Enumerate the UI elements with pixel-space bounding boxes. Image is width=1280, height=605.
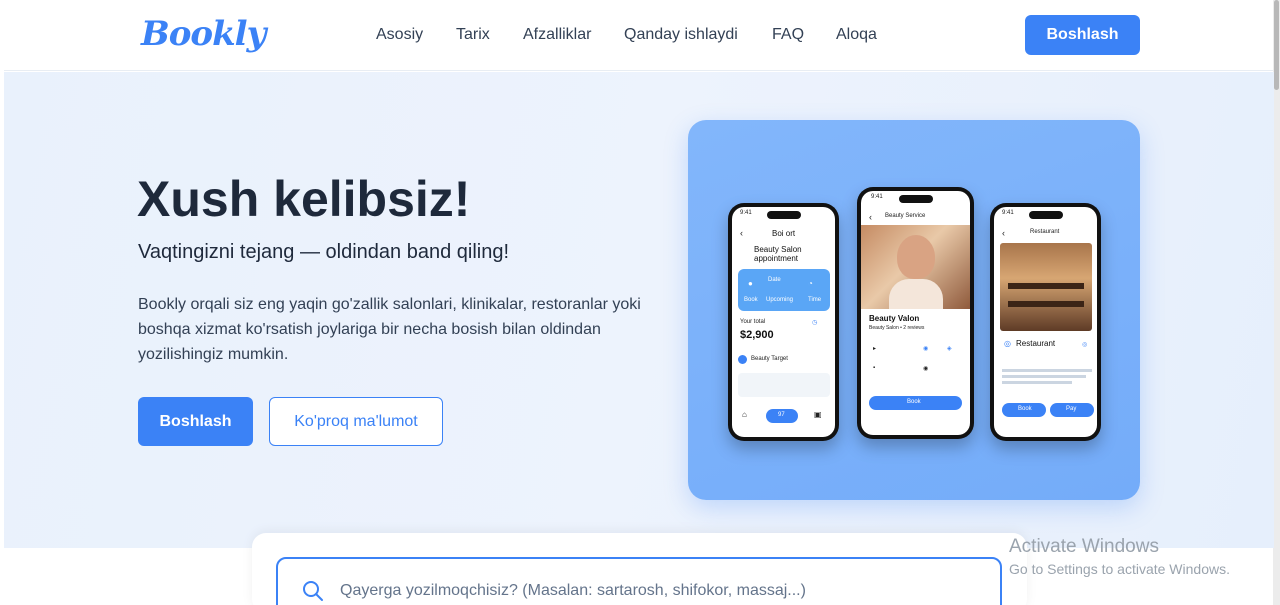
tab-bar-center-button: 97 [766,409,798,423]
text-line [1002,381,1072,384]
pay-button: Pay [1050,403,1094,417]
phone-screen: 9:41 ‹ Beauty Service Beauty Valon Beaut… [861,191,970,435]
page-scrollbar[interactable] [1273,0,1280,605]
salon-info: Beauty Salon • 2 reviews [869,325,925,331]
tab-center-label: 97 [778,412,785,418]
price-label: Your total [740,319,766,325]
bookly-logo[interactable]: Bookly [141,14,266,54]
nav-link-faq[interactable]: FAQ [772,26,804,44]
book-button: Book [1002,403,1046,417]
header-start-button[interactable]: Boshlash [1025,15,1140,55]
phone-header: Restaurant [1030,229,1060,235]
phone-notch [766,211,801,219]
phone-screen: 9:41 ‹ Restaurant ◎ Restaurant ◎ Book Pa… [994,207,1097,437]
card-label-1: Book [744,297,758,303]
app-showcase: 9:41 ‹ Boi ort Beauty Salon appointment … [688,120,1140,500]
text-line [1002,375,1086,378]
phone-mockup-restaurant: 9:41 ‹ Restaurant ◎ Restaurant ◎ Book Pa… [990,203,1101,441]
status-time: 9:41 [740,210,752,216]
scrollbar-thumb[interactable] [1274,0,1279,90]
search-icon [302,580,324,605]
back-chevron-icon: ‹ [869,212,872,222]
hero-title: Xush kelibsiz! [137,171,471,227]
portrait-face [897,235,935,279]
pay-button-label: Pay [1066,406,1077,412]
card-date: Date [768,277,781,283]
service-icon: ◉ [923,366,929,372]
phone-mockup-salon: 9:41 ‹ Beauty Service Beauty Valon Beaut… [857,187,974,439]
nav-link-aloqa[interactable]: Aloqa [836,26,877,44]
search-input[interactable] [340,579,960,603]
phone-header: Beauty Service [885,213,926,219]
hero-learn-more-button[interactable]: Ko'proq ma'lumot [269,397,443,446]
table-row-graphic [1008,301,1084,307]
status-time: 9:41 [871,194,883,200]
salon-name: Beauty Valon [869,314,920,323]
service-icon: ▪ [873,365,876,371]
book-button: Book [869,396,962,410]
location-icon: ◎ [1004,339,1011,348]
book-button-label: Book [907,399,921,405]
activation-watermark-subtitle: Go to Settings to activate Windows. [1009,561,1230,577]
price-value: $2,900 [740,329,774,341]
table-row-graphic [1008,283,1084,289]
nav-link-asosiy[interactable]: Asosiy [376,26,423,44]
hero-subtitle: Vaqtingizni tejang — oldindan band qilin… [138,241,510,263]
book-button-label: Book [1018,406,1032,412]
salon-photo [861,225,970,309]
hero-description: Bookly orqali siz eng yaqin go'zallik sa… [138,296,641,363]
phone-notch [1028,211,1063,219]
check-icon [738,355,747,364]
service-grid: ▸ ◉ ◈ ▪ ◉ [867,341,964,381]
service-icon: ◉ [923,346,929,352]
card-label-2: Upcoming [766,297,794,303]
activation-watermark-title: Activate Windows [1009,536,1159,557]
nav-link-qanday-ishlaydi[interactable]: Qanday ishlaydi [624,26,738,44]
chat-icon: ● [748,279,753,288]
site-header: Bookly Asosiy Tarix Afzalliklar Qanday i… [4,0,1274,71]
restaurant-name: Restaurant [1016,339,1056,348]
nav-link-tarix[interactable]: Tarix [456,26,490,44]
info-icon: ◎ [1082,342,1088,348]
service-icon: ▸ [873,346,877,352]
restaurant-photo [1000,243,1092,331]
text-line [1002,369,1092,372]
phone-title-2: appointment [754,254,799,263]
home-icon: ⌂ [742,410,747,419]
phone-screen: 9:41 ‹ Boi ort Beauty Salon appointment … [732,207,835,437]
phone-header: Boi ort [772,229,796,238]
back-chevron-icon: ‹ [740,228,743,238]
calendar-icon: ▣ [814,410,822,419]
back-chevron-icon: ‹ [1002,228,1005,238]
phone-title: Beauty Salon [754,245,802,254]
timer-icon: ◷ [812,320,818,326]
phone-mockup-booking: 9:41 ‹ Boi ort Beauty Salon appointment … [728,203,839,441]
portrait-body [889,279,943,309]
confirm-label: Beauty Target [751,356,788,362]
hero-start-button[interactable]: Boshlash [138,397,253,446]
phone-notch [898,195,933,203]
clock-icon: ◔ [808,279,813,288]
schedule-row [738,373,830,397]
status-time: 9:41 [1002,210,1014,216]
service-icon: ◈ [947,346,952,352]
booking-card: ● Date ◔ Book Upcoming Time [738,269,830,311]
card-label-3: Time [808,297,822,303]
nav-link-afzalliklar[interactable]: Afzalliklar [523,26,591,44]
